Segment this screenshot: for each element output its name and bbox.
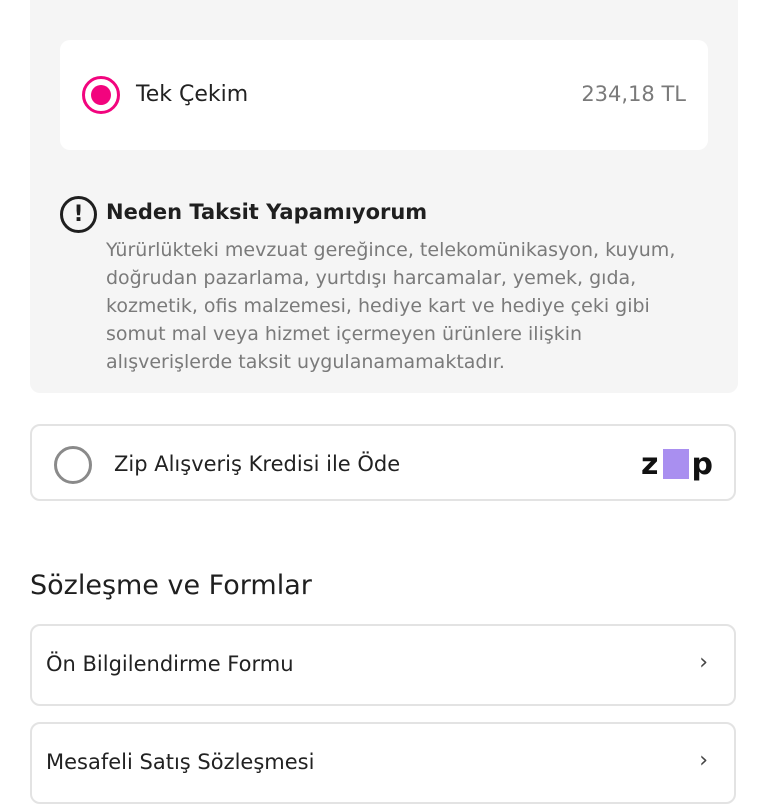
pre-information-form-link[interactable]: Ön Bilgilendirme Formu › xyxy=(30,624,736,706)
zip-option-label: Zip Alışveriş Kredisi ile Öde xyxy=(114,452,401,476)
chevron-right-icon: › xyxy=(699,650,708,675)
exclamation-circle-icon: ! xyxy=(60,196,97,233)
form-row-label: Mesafeli Satış Sözleşmesi xyxy=(46,750,315,774)
zip-logo-square xyxy=(662,449,689,479)
zip-logo-letter: p xyxy=(691,446,714,482)
zip-payment-option[interactable]: Zip Alışveriş Kredisi ile Öde zp xyxy=(30,424,736,501)
zip-logo: zp xyxy=(641,446,714,482)
zip-logo-letter: z xyxy=(641,446,660,482)
chevron-right-icon: › xyxy=(699,748,708,773)
distance-sales-contract-link[interactable]: Mesafeli Satış Sözleşmesi › xyxy=(30,722,736,804)
warning-text: Yürürlükteki mevzuat gereğince, telekomü… xyxy=(106,239,676,373)
single-payment-option[interactable]: Tek Çekim 234,18 TL xyxy=(60,40,708,150)
option-price: 234,18 TL xyxy=(581,82,686,106)
contracts-section-title: Sözleşme ve Formlar xyxy=(30,570,312,601)
radio-selected[interactable] xyxy=(82,76,120,114)
warning-title: Neden Taksit Yapamıyorum xyxy=(106,200,428,224)
radio-unselected[interactable] xyxy=(54,446,92,484)
option-label: Tek Çekim xyxy=(136,82,249,107)
form-row-label: Ön Bilgilendirme Formu xyxy=(46,652,294,676)
